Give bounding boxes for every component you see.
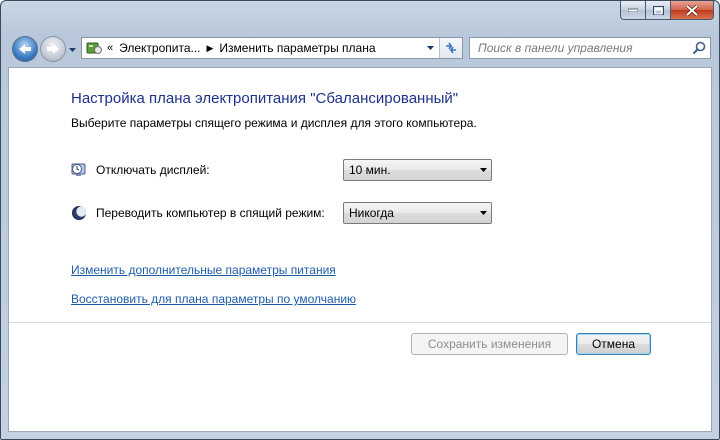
breadcrumb-chevron[interactable]: « [107, 42, 113, 54]
restore-defaults-label[interactable]: Восстановить для плана параметры по умол… [71, 292, 356, 306]
breadcrumb-arrow-icon[interactable]: ▶ [207, 43, 214, 54]
restore-defaults-link[interactable]: Восстановить для плана параметры по умол… [71, 292, 356, 306]
content-pane: Настройка плана электропитания "Сбаланси… [8, 67, 712, 432]
sleep-value: Никогда [349, 206, 394, 220]
search-icon[interactable] [692, 41, 706, 55]
advanced-power-settings-label[interactable]: Изменить дополнительные параметры питани… [71, 263, 336, 277]
forward-arrow-icon [47, 44, 59, 54]
forward-button[interactable] [40, 36, 66, 62]
search-box[interactable] [469, 37, 711, 59]
chevron-down-icon [475, 160, 491, 180]
back-arrow-icon [19, 44, 31, 54]
chevron-down-icon [475, 203, 491, 223]
control-panel-window: « Электропита... ▶ Изменить параметры пл… [0, 0, 720, 440]
minimize-button[interactable] [620, 1, 646, 20]
page-title: Настройка плана электропитания "Сбаланси… [71, 90, 459, 107]
maximize-button[interactable] [646, 1, 671, 20]
display-off-value: 10 мин. [349, 163, 391, 177]
refresh-button[interactable] [439, 38, 462, 58]
close-button[interactable] [671, 1, 714, 20]
control-panel-icon [85, 40, 103, 56]
chevron-down-icon [69, 47, 76, 52]
address-dropdown-button[interactable] [422, 38, 438, 58]
search-input[interactable] [470, 38, 688, 58]
display-timer-icon [71, 163, 86, 176]
chevron-down-icon [426, 46, 434, 50]
maximize-icon [652, 5, 664, 15]
back-button[interactable] [12, 36, 38, 62]
sleep-moon-icon [72, 206, 87, 220]
breadcrumb-power-options[interactable]: Электропита... [119, 41, 200, 55]
divider [9, 322, 711, 323]
navigation-bar: « Электропита... ▶ Изменить параметры пл… [1, 31, 719, 63]
display-off-select[interactable]: 10 мин. [343, 159, 492, 181]
close-icon [686, 4, 698, 16]
minimize-icon [628, 8, 638, 12]
sleep-label: Переводить компьютер в спящий режим: [96, 206, 325, 220]
display-off-setting: Отключать дисплей: 10 мин. [71, 159, 511, 181]
advanced-power-settings-link[interactable]: Изменить дополнительные параметры питани… [71, 263, 336, 277]
address-bar[interactable]: « Электропита... ▶ Изменить параметры пл… [81, 37, 463, 59]
page-subtitle: Выберите параметры спящего режима и дисп… [71, 116, 477, 130]
caption-buttons [620, 1, 714, 21]
refresh-icon [446, 42, 456, 54]
recent-pages-button[interactable] [68, 45, 77, 54]
sleep-select[interactable]: Никогда [343, 202, 492, 224]
cancel-button[interactable]: Отмена [576, 333, 651, 355]
save-changes-button[interactable]: Сохранить изменения [411, 333, 568, 355]
breadcrumb-edit-plan[interactable]: Изменить параметры плана [219, 41, 375, 55]
sleep-setting: Переводить компьютер в спящий режим: Ник… [71, 202, 511, 224]
display-off-label: Отключать дисплей: [96, 163, 210, 177]
